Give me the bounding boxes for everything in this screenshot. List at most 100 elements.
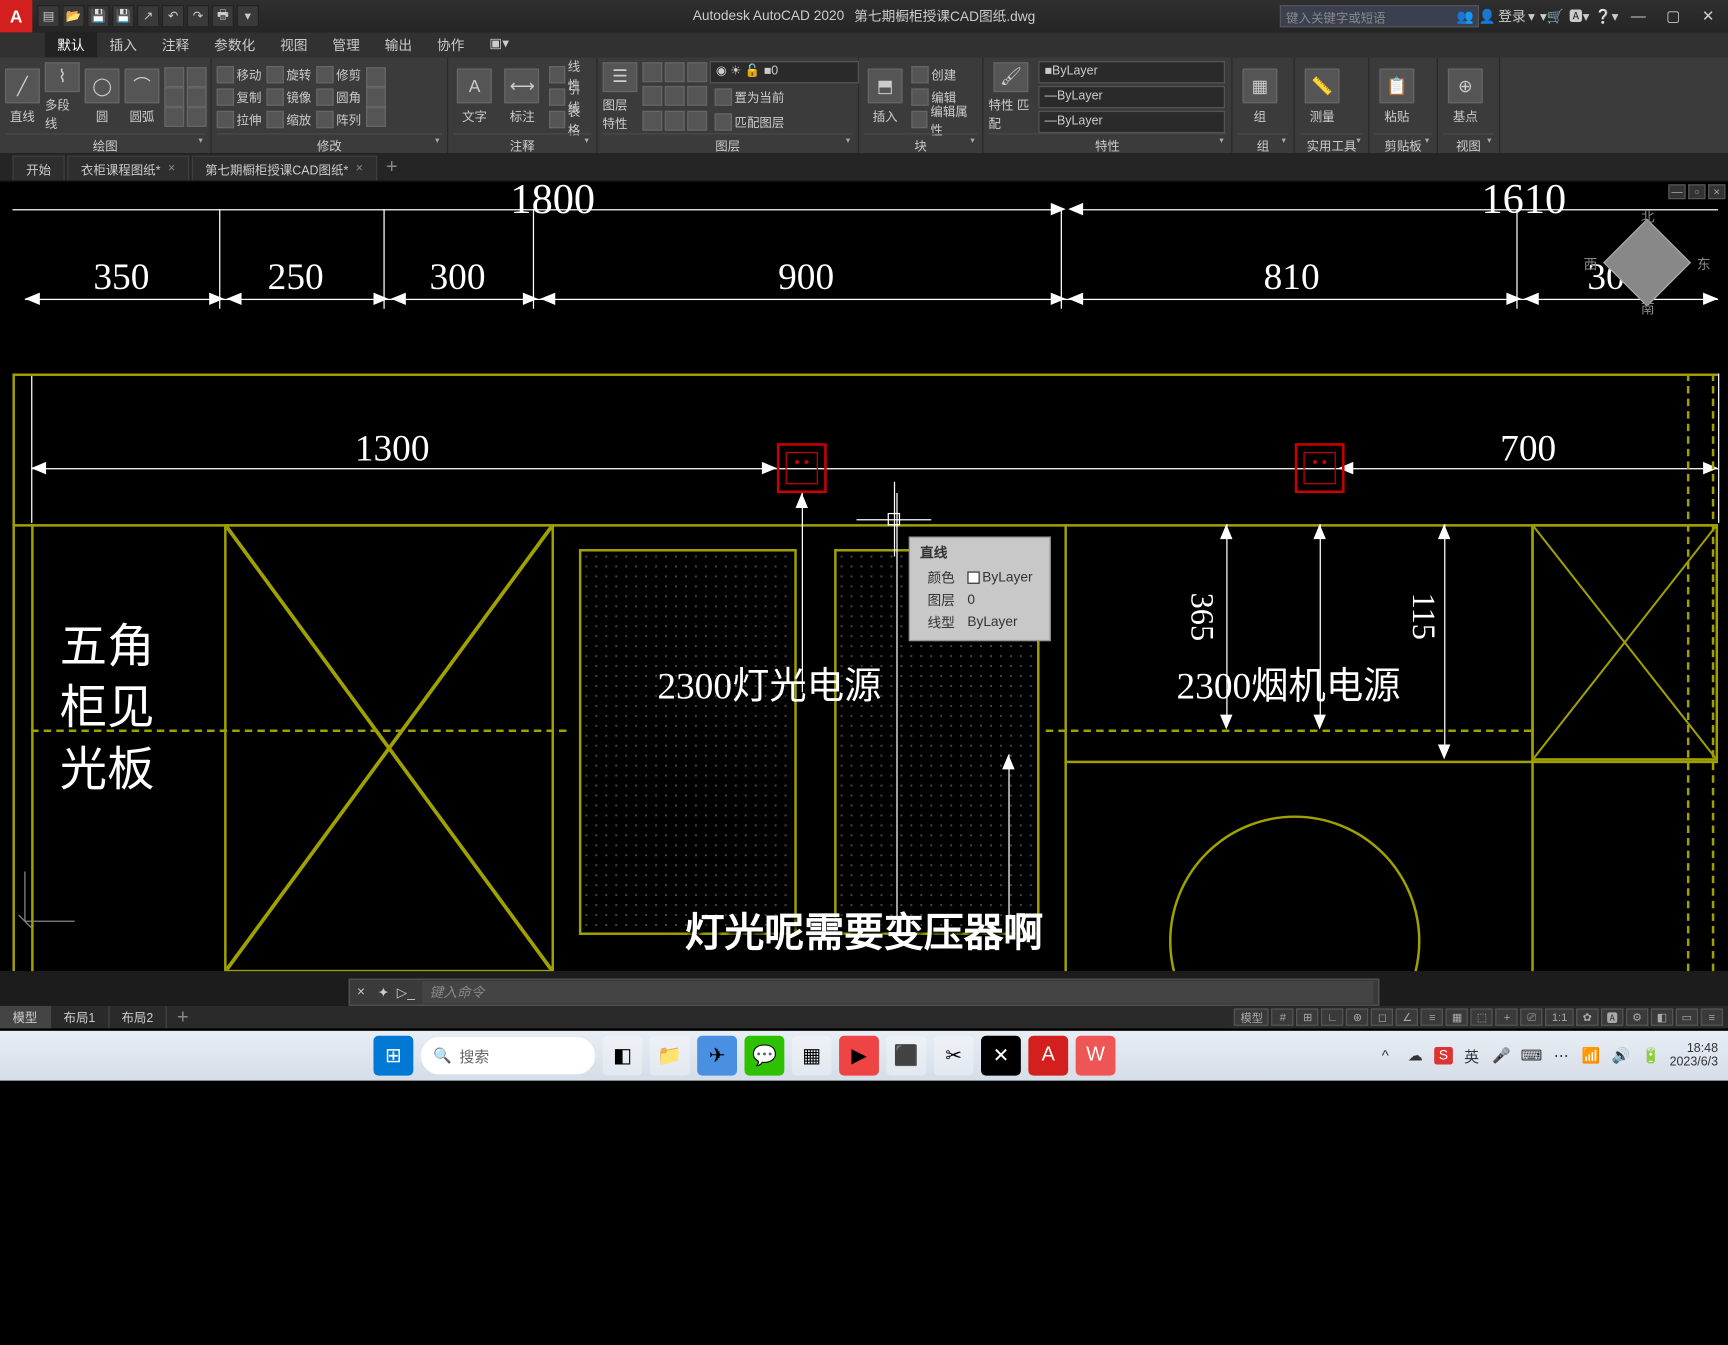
draw-misc-icon[interactable] xyxy=(164,106,184,126)
dim-button[interactable]: ⟷标注 xyxy=(501,62,544,132)
qat-dropdown-icon[interactable]: ▾ xyxy=(237,5,259,27)
filetab-start[interactable]: 开始 xyxy=(12,155,64,180)
new-tab-button[interactable]: + xyxy=(379,156,404,178)
panel-modify-title[interactable]: 修改 xyxy=(217,133,442,150)
panel-view-title[interactable]: 视图 xyxy=(1443,133,1494,150)
layer-tool-icon[interactable] xyxy=(642,85,662,105)
layer-tool-icon[interactable] xyxy=(687,110,707,130)
layer-tool-icon[interactable] xyxy=(642,110,662,130)
status-snap-icon[interactable]: ⊞ xyxy=(1297,1008,1319,1025)
login-button[interactable]: 👤 登录 ▾ xyxy=(1479,6,1535,26)
view-cube[interactable]: 北 南 东 西 xyxy=(1591,207,1703,319)
tray-more-icon[interactable]: ⋯ xyxy=(1550,1045,1572,1067)
tab-featured-icon[interactable]: ▣▾ xyxy=(477,32,522,57)
command-input[interactable]: 键入命令 xyxy=(422,981,1373,1003)
status-trans-icon[interactable]: ▦ xyxy=(1446,1008,1468,1025)
draw-misc-icon[interactable] xyxy=(164,87,184,107)
group-button[interactable]: ▦组 xyxy=(1237,62,1282,132)
tab-parametric[interactable]: 参数化 xyxy=(202,32,268,57)
qat-plot-icon[interactable]: ↗ xyxy=(137,5,159,27)
layer-dropdown[interactable]: ◉ ☀ 🔓 ■ 0 xyxy=(710,60,859,82)
autocad-icon[interactable]: A xyxy=(1028,1036,1068,1076)
filetab-doc2[interactable]: 第七期橱柜授课CAD图纸*× xyxy=(191,155,376,180)
array-button[interactable]: 阵列 xyxy=(316,108,361,130)
status-osnap-icon[interactable]: ◻ xyxy=(1371,1008,1393,1025)
match-layer-button[interactable]: 匹配图层 xyxy=(715,110,785,132)
layout-1[interactable]: 布局1 xyxy=(51,1006,109,1028)
qat-save-icon[interactable]: 💾 xyxy=(87,5,109,27)
layer-state-icon[interactable] xyxy=(665,62,685,82)
drawing-area[interactable]: — ▫ × 1800 1610 350 250 300 900 810 300 xyxy=(0,182,1728,971)
taskbar-clock[interactable]: 18:48 2023/6/3 xyxy=(1670,1042,1718,1069)
minimize-button[interactable]: — xyxy=(1623,7,1653,24)
panel-clip-title[interactable]: 剪贴板 xyxy=(1374,133,1431,150)
wps-icon[interactable]: W xyxy=(1076,1036,1116,1076)
scale-button[interactable]: 缩放 xyxy=(266,108,311,130)
panel-props-title[interactable]: 特性 xyxy=(988,133,1226,150)
rotate-button[interactable]: 旋转 xyxy=(266,63,311,85)
stretch-button[interactable]: 拉伸 xyxy=(217,108,262,130)
draw-misc-icon[interactable] xyxy=(187,87,207,107)
panel-draw-title[interactable]: 绘图 xyxy=(5,133,205,150)
status-polar-icon[interactable]: ⊛ xyxy=(1346,1008,1368,1025)
tencent-icon[interactable]: ✈ xyxy=(697,1036,737,1076)
layout-model[interactable]: 模型 xyxy=(0,1006,51,1028)
qat-print-icon[interactable]: 🖶 xyxy=(212,5,234,27)
tab-manage[interactable]: 管理 xyxy=(320,32,372,57)
app-logo[interactable]: A xyxy=(0,0,32,32)
close-icon[interactable]: × xyxy=(356,161,363,175)
tab-default[interactable]: 默认 xyxy=(45,32,97,57)
status-qp-icon[interactable]: ⎚ xyxy=(1521,1008,1543,1025)
filetab-doc1[interactable]: 衣柜课程图纸*× xyxy=(67,155,189,180)
paste-button[interactable]: 📋粘贴 xyxy=(1374,62,1419,132)
status-clean-icon[interactable]: ▭ xyxy=(1676,1008,1698,1025)
cmd-close-icon[interactable]: × xyxy=(350,985,372,1000)
draw-misc-icon[interactable] xyxy=(164,67,184,87)
basepoint-button[interactable]: ⊕基点 xyxy=(1443,62,1488,132)
taskbar-search[interactable]: 🔍 搜索 xyxy=(421,1037,595,1074)
status-scale[interactable]: 1:1 xyxy=(1546,1008,1574,1025)
lineweight-dropdown[interactable]: — ByLayer xyxy=(1038,85,1225,107)
panel-annot-title[interactable]: 注释 xyxy=(453,133,591,150)
line-button[interactable]: ╱直线 xyxy=(5,62,40,132)
qat-saveas-icon[interactable]: 💾 xyxy=(112,5,134,27)
status-ortho-icon[interactable]: ∟ xyxy=(1322,1008,1344,1025)
layout-add-button[interactable]: + xyxy=(167,1006,199,1028)
status-custom-icon[interactable]: ≡ xyxy=(1701,1008,1723,1025)
cmd-config-icon[interactable]: ✦ xyxy=(372,984,394,1000)
match-props-button[interactable]: 🖌特性 匹配 xyxy=(988,62,1033,132)
tab-output[interactable]: 输出 xyxy=(372,32,424,57)
doc-restore-icon[interactable]: ▫ xyxy=(1688,184,1705,199)
ime-indicator[interactable]: S xyxy=(1434,1047,1453,1064)
panel-utils-title[interactable]: 实用工具 xyxy=(1300,133,1363,150)
tray-ime-lang[interactable]: 英 xyxy=(1460,1045,1482,1067)
modify-misc-icon[interactable] xyxy=(366,67,386,87)
doc-close-icon[interactable]: × xyxy=(1708,184,1725,199)
qat-redo-icon[interactable]: ↷ xyxy=(187,5,209,27)
status-model[interactable]: 模型 xyxy=(1234,1008,1269,1025)
status-grid-icon[interactable]: # xyxy=(1272,1008,1294,1025)
app-icon[interactable]: ▦ xyxy=(792,1036,832,1076)
color-dropdown[interactable]: ■ ByLayer xyxy=(1038,60,1225,82)
status-gear-icon[interactable]: ✿ xyxy=(1576,1008,1598,1025)
fillet-button[interactable]: 圆角 xyxy=(316,85,361,107)
status-anno-icon[interactable]: 🅰 xyxy=(1601,1008,1623,1025)
draw-misc-icon[interactable] xyxy=(187,67,207,87)
people-icon[interactable]: 👥 xyxy=(1457,8,1474,24)
mirror-button[interactable]: 镜像 xyxy=(266,85,311,107)
help-icon[interactable]: ❔▾ xyxy=(1595,8,1619,24)
layer-state-icon[interactable] xyxy=(642,62,662,82)
layer-state-icon[interactable] xyxy=(687,62,707,82)
tray-wifi-icon[interactable]: 📶 xyxy=(1580,1045,1602,1067)
tab-annotate[interactable]: 注释 xyxy=(149,32,201,57)
start-button[interactable]: ⊞ xyxy=(373,1036,413,1076)
panel-layers-title[interactable]: 图层 xyxy=(603,133,853,150)
layer-tool-icon[interactable] xyxy=(687,85,707,105)
arc-button[interactable]: ⌒圆弧 xyxy=(124,62,159,132)
layer-props-button[interactable]: ☰图层 特性 xyxy=(603,62,638,132)
close-icon[interactable]: × xyxy=(168,161,175,175)
create-block-button[interactable]: 创建 xyxy=(911,63,977,85)
tab-insert[interactable]: 插入 xyxy=(97,32,149,57)
modify-misc-icon[interactable] xyxy=(366,87,386,107)
tray-onedrive-icon[interactable]: ☁ xyxy=(1404,1045,1426,1067)
